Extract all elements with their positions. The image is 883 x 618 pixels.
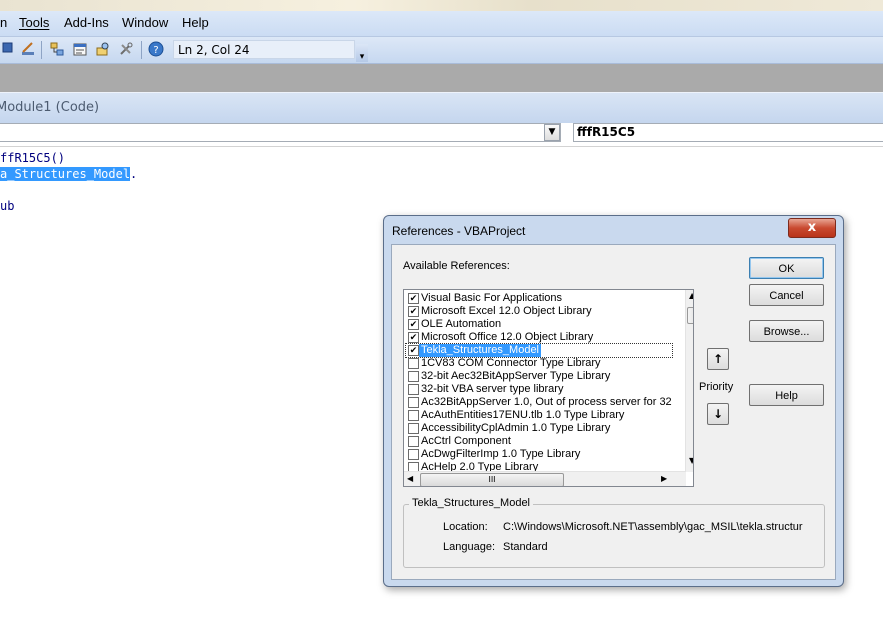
- properties-icon[interactable]: [72, 41, 88, 57]
- toolbox-icon[interactable]: [118, 41, 134, 57]
- dialog-title: References - VBAProject: [392, 224, 526, 238]
- location-label: Location:: [443, 521, 488, 533]
- code-text: ffR15C5(): [0, 151, 66, 165]
- unchecked-checkbox-icon[interactable]: [408, 371, 419, 382]
- close-icon[interactable]: x: [788, 218, 836, 238]
- reference-item-label: AcAuthEntities17ENU.tlb 1.0 Type Library: [421, 409, 625, 421]
- window-top-strip: [0, 0, 883, 11]
- checked-checkbox-icon[interactable]: ✔: [408, 332, 419, 343]
- references-list[interactable]: ✔ Visual Basic For Applications ✔ Microsoft…: [403, 289, 694, 487]
- checked-checkbox-icon[interactable]: ✔: [408, 319, 419, 330]
- toolbar-options-chevron-icon[interactable]: ▾: [356, 44, 368, 62]
- reference-item-label: AcDwgFilterImp 1.0 Type Library: [421, 448, 581, 460]
- unchecked-checkbox-icon[interactable]: [408, 410, 419, 421]
- menu-item-add-ins[interactable]: Add-Ins: [64, 15, 109, 30]
- reference-item-label: Ac32BitAppServer 1.0, Out of process ser…: [421, 396, 672, 408]
- svg-text:?: ?: [153, 45, 158, 56]
- checked-checkbox-icon[interactable]: ✔: [408, 293, 419, 304]
- horizontal-scrollbar[interactable]: ◀ III ▶: [404, 471, 686, 486]
- selected-code-text: a_Structures_Model: [0, 167, 131, 181]
- reference-details-group: [403, 504, 825, 568]
- reference-item-label: Tekla_Structures_Model: [419, 344, 542, 357]
- scroll-down-icon[interactable]: ▼: [689, 456, 693, 465]
- location-value: C:\Windows\Microsoft.NET\assembly\gac_MS…: [503, 521, 803, 533]
- object-browser-icon[interactable]: [95, 41, 111, 57]
- language-label: Language:: [443, 541, 495, 553]
- code-line: ub: [0, 199, 14, 213]
- reference-item-label: AcCtrl Component: [421, 435, 511, 447]
- reference-item[interactable]: AccessibilityCplAdmin 1.0 Type Library: [406, 422, 672, 435]
- cancel-button[interactable]: Cancel: [749, 284, 824, 306]
- checked-checkbox-icon[interactable]: ✔: [408, 306, 419, 317]
- toolbar-separator: [41, 41, 42, 59]
- menu-bar: n Tools Add-Ins Window Help: [0, 11, 883, 37]
- toolbar-separator: [141, 41, 142, 59]
- object-combo-dropdown-icon[interactable]: ▼: [544, 124, 560, 141]
- reference-item[interactable]: 32-bit Aec32BitAppServer Type Library: [406, 370, 672, 383]
- menu-item-tools[interactable]: Tools: [19, 15, 49, 30]
- reference-item[interactable]: ✔ Microsoft Excel 12.0 Object Library: [406, 305, 672, 318]
- checked-checkbox-icon[interactable]: ✔: [408, 345, 419, 356]
- object-combo[interactable]: [0, 123, 561, 142]
- reference-item[interactable]: ✔ OLE Automation: [406, 318, 672, 331]
- priority-down-icon[interactable]: ↓: [707, 403, 729, 425]
- reference-item[interactable]: AcDwgFilterImp 1.0 Type Library: [406, 448, 672, 461]
- mdi-background: [0, 64, 883, 92]
- code-window-title: Module1 (Code): [0, 92, 883, 123]
- reference-item[interactable]: 32-bit VBA server type library: [406, 383, 672, 396]
- scroll-right-icon[interactable]: ▶: [661, 474, 667, 483]
- reference-item[interactable]: AcCtrl Component: [406, 435, 672, 448]
- unchecked-checkbox-icon[interactable]: [408, 358, 419, 369]
- reference-item[interactable]: ✔ Visual Basic For Applications: [406, 292, 672, 305]
- reference-item-label: Microsoft Excel 12.0 Object Library: [421, 305, 592, 317]
- reference-item-label: Microsoft Office 12.0 Object Library: [421, 331, 594, 343]
- menu-item-help[interactable]: Help: [182, 15, 209, 30]
- reference-item[interactable]: AcAuthEntities17ENU.tlb 1.0 Type Library: [406, 409, 672, 422]
- code-text: .: [130, 167, 138, 181]
- menu-item-window[interactable]: Window: [122, 15, 168, 30]
- scroll-up-icon[interactable]: ▲: [689, 291, 693, 300]
- unchecked-checkbox-icon[interactable]: [408, 423, 419, 434]
- available-references-label: Available References:: [403, 260, 510, 272]
- design-mode-icon[interactable]: [20, 41, 36, 57]
- scroll-left-icon[interactable]: ◀: [407, 474, 413, 483]
- reference-item[interactable]: 1CV83 COM Connector Type Library: [406, 357, 672, 370]
- project-explorer-icon[interactable]: [49, 41, 65, 57]
- code-text: ub: [0, 199, 15, 213]
- language-value: Standard: [503, 541, 548, 553]
- reference-item[interactable]: ✔ Microsoft Office 12.0 Object Library: [406, 331, 672, 344]
- unchecked-checkbox-icon[interactable]: [408, 397, 419, 408]
- standard-toolbar: ? Ln 2, Col 24: [0, 37, 883, 64]
- priority-label: Priority: [699, 381, 734, 393]
- reference-details-title: Tekla_Structures_Model: [409, 497, 534, 509]
- cursor-position-readout: Ln 2, Col 24: [173, 40, 355, 59]
- reference-item-label: OLE Automation: [421, 318, 502, 330]
- stop-icon[interactable]: [0, 41, 16, 57]
- procedure-combo[interactable]: fffR15C5: [573, 123, 883, 142]
- reference-item[interactable]: Ac32BitAppServer 1.0, Out of process ser…: [406, 396, 672, 409]
- unchecked-checkbox-icon[interactable]: [408, 384, 419, 395]
- reference-item-label: 32-bit VBA server type library: [421, 383, 564, 395]
- unchecked-checkbox-icon[interactable]: [408, 449, 419, 460]
- reference-item-label: 32-bit Aec32BitAppServer Type Library: [421, 370, 611, 382]
- code-line: a_Structures_Model.: [0, 167, 137, 181]
- priority-up-icon[interactable]: ↑: [707, 348, 729, 370]
- ok-button[interactable]: OK: [749, 257, 824, 279]
- menu-item-partial[interactable]: n: [0, 15, 7, 30]
- code-line: ffR15C5(): [0, 151, 65, 165]
- reference-item-label: AccessibilityCplAdmin 1.0 Type Library: [421, 422, 611, 434]
- references-dialog: References - VBAProject x Available Refe…: [383, 215, 844, 587]
- help-button[interactable]: Help: [749, 384, 824, 406]
- reference-item-label: Visual Basic For Applications: [421, 292, 563, 304]
- reference-item[interactable]: ✔ Tekla_Structures_Model: [405, 343, 673, 358]
- help-icon[interactable]: ?: [148, 41, 164, 57]
- browse-button[interactable]: Browse...: [749, 320, 824, 342]
- vertical-scrollbar[interactable]: ▲ ▼: [685, 290, 693, 472]
- dialog-body: Available References: ✔ Visual Basic For …: [391, 244, 836, 580]
- vertical-scroll-thumb[interactable]: [687, 307, 693, 324]
- reference-item-label: 1CV83 COM Connector Type Library: [421, 357, 601, 369]
- unchecked-checkbox-icon[interactable]: [408, 436, 419, 447]
- horizontal-scroll-thumb[interactable]: III: [420, 473, 564, 486]
